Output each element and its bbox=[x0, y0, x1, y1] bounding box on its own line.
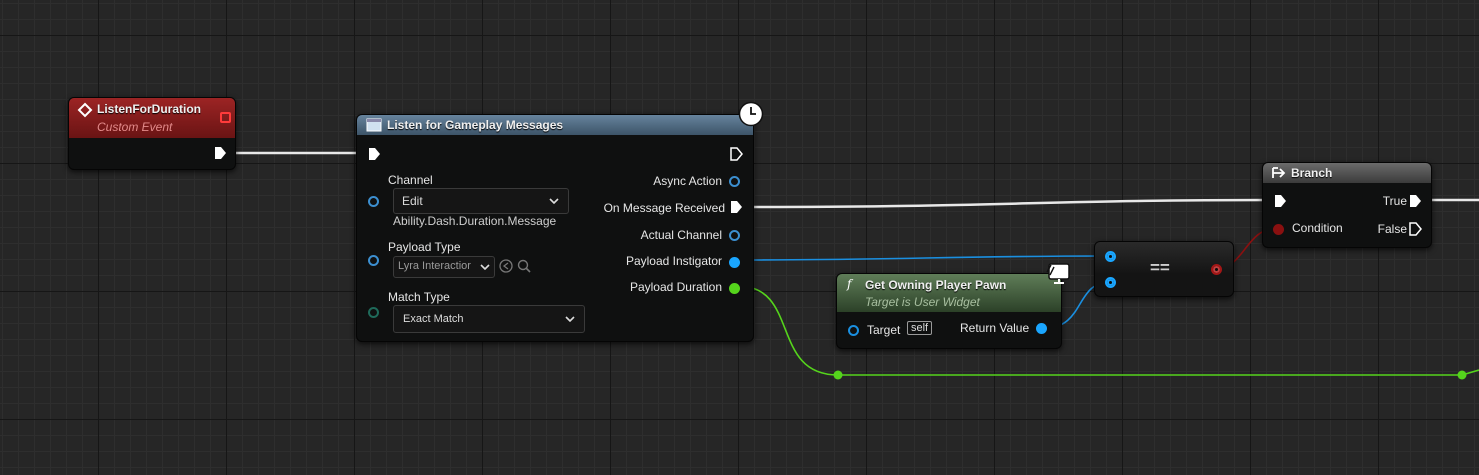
channel-tag-value: Ability.Dash.Duration.Message bbox=[393, 214, 557, 228]
payload-instigator-label: Payload Instigator bbox=[625, 254, 722, 268]
clock-icon bbox=[738, 101, 764, 127]
equals-input-a-pin[interactable] bbox=[1105, 251, 1116, 262]
get-owning-pawn-subtitle: Target is User Widget bbox=[865, 295, 980, 309]
branch-false-pin[interactable] bbox=[1408, 222, 1422, 236]
channel-combo-value: Edit bbox=[402, 194, 423, 208]
delegate-square-icon[interactable] bbox=[220, 112, 231, 123]
object-wire-instigator-to-equals bbox=[737, 255, 1111, 261]
event-exec-out-pin[interactable] bbox=[213, 146, 227, 160]
branch-icon bbox=[1272, 167, 1286, 178]
return-value-label: Return Value bbox=[960, 321, 1030, 335]
chevron-down-icon bbox=[480, 264, 490, 270]
payload-duration-pin[interactable] bbox=[729, 283, 740, 294]
branch-true-pin[interactable] bbox=[1408, 194, 1422, 208]
match-type-pin[interactable] bbox=[368, 307, 379, 318]
channel-combo[interactable]: Edit bbox=[393, 188, 569, 214]
equals-node[interactable]: == bbox=[1094, 241, 1234, 297]
custom-event-node[interactable]: ListenForDuration Custom Event bbox=[68, 97, 236, 170]
payload-instigator-pin[interactable] bbox=[729, 257, 740, 268]
browse-icon[interactable] bbox=[499, 259, 513, 273]
match-type-combo[interactable]: Exact Match bbox=[393, 305, 585, 333]
branch-condition-pin[interactable] bbox=[1273, 224, 1284, 235]
listen-messages-title: Listen for Gameplay Messages bbox=[387, 118, 564, 132]
payload-type-combo[interactable]: Lyra Interactior bbox=[393, 256, 495, 278]
on-message-received-pin[interactable] bbox=[729, 200, 743, 214]
actual-channel-pin[interactable] bbox=[729, 230, 740, 241]
channel-pin[interactable] bbox=[368, 196, 379, 207]
custom-event-subtitle: Custom Event bbox=[97, 120, 173, 134]
equals-operator: == bbox=[1150, 258, 1170, 277]
listen-messages-node[interactable]: Listen for Gameplay Messages Channel Edi… bbox=[356, 101, 764, 342]
equals-input-b-pin[interactable] bbox=[1105, 277, 1116, 288]
branch-condition-label: Condition bbox=[1292, 221, 1343, 235]
async-node-icon bbox=[366, 118, 382, 132]
target-label: Target bbox=[867, 323, 901, 337]
widget-monitor-icon bbox=[1046, 263, 1070, 284]
branch-false-label: False bbox=[1377, 222, 1407, 236]
on-message-received-label: On Message Received bbox=[603, 201, 725, 215]
chevron-down-icon bbox=[565, 316, 575, 322]
payload-type-combo-value: Lyra Interactior bbox=[398, 260, 471, 272]
branch-true-label: True bbox=[1382, 194, 1407, 208]
target-self-default[interactable]: self bbox=[907, 321, 933, 335]
branch-title: Branch bbox=[1291, 166, 1333, 180]
async-action-pin[interactable] bbox=[729, 176, 740, 187]
event-diamond-icon bbox=[77, 102, 93, 118]
listen-exec-in-pin[interactable] bbox=[367, 147, 381, 161]
match-type-combo-value: Exact Match bbox=[403, 313, 464, 325]
listen-exec-out-pin[interactable] bbox=[729, 147, 743, 161]
channel-label: Channel bbox=[388, 173, 433, 187]
function-icon: f bbox=[847, 277, 852, 291]
search-icon[interactable] bbox=[517, 259, 531, 273]
chevron-down-icon bbox=[549, 198, 559, 204]
reroute-knot-1 bbox=[833, 370, 843, 380]
reroute-knot-2 bbox=[1457, 370, 1467, 380]
exec-wire-message-to-branch bbox=[741, 198, 1273, 209]
payload-type-pin[interactable] bbox=[368, 255, 379, 266]
actual-channel-label: Actual Channel bbox=[640, 228, 722, 242]
branch-header bbox=[1263, 163, 1431, 183]
target-pin[interactable] bbox=[848, 325, 859, 336]
return-value-pin[interactable] bbox=[1036, 323, 1047, 334]
get-owning-pawn-title: Get Owning Player Pawn bbox=[865, 278, 1007, 292]
match-type-label: Match Type bbox=[388, 290, 450, 304]
get-owning-pawn-node[interactable]: f Get Owning Player Pawn Target is User … bbox=[836, 263, 1070, 349]
payload-duration-label: Payload Duration bbox=[629, 280, 722, 294]
payload-type-label: Payload Type bbox=[388, 240, 461, 254]
custom-event-title: ListenForDuration bbox=[97, 102, 201, 116]
branch-exec-in-pin[interactable] bbox=[1273, 194, 1287, 208]
branch-node[interactable]: Branch True Condition False bbox=[1262, 162, 1432, 248]
equals-output-pin[interactable] bbox=[1211, 264, 1222, 275]
async-action-label: Async Action bbox=[653, 174, 722, 188]
